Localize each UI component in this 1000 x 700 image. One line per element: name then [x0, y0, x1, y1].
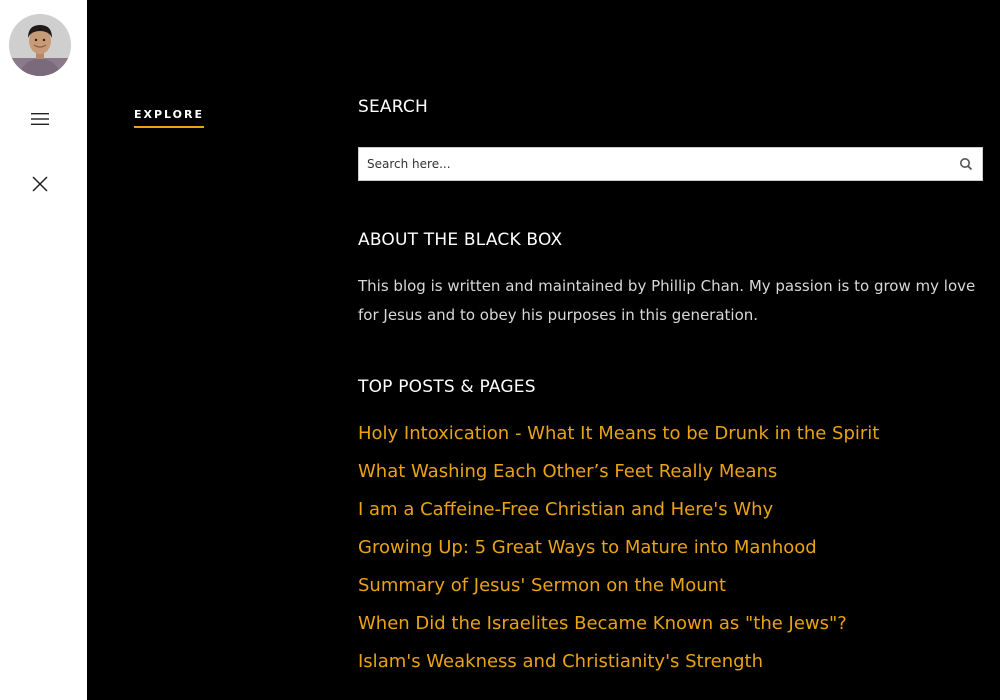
menu-icon — [31, 113, 49, 125]
about-heading: ABOUT THE BLACK BOX — [358, 230, 563, 250]
search-icon[interactable] — [959, 157, 973, 171]
search-input[interactable] — [359, 148, 939, 180]
list-item: Growing Up: 5 Great Ways to Mature into … — [358, 534, 879, 572]
main-panel: EXPLORE SEARCH ABOUT THE BLACK BOX This … — [87, 0, 1000, 700]
top-posts-heading: TOP POSTS & PAGES — [358, 377, 536, 397]
search-box — [358, 147, 983, 181]
post-link[interactable]: I am a Caffeine-Free Christian and Here'… — [358, 499, 773, 520]
explore-tab[interactable]: EXPLORE — [134, 108, 205, 128]
close-button[interactable] — [26, 170, 54, 198]
post-link[interactable]: What Washing Each Other’s Feet Really Me… — [358, 461, 777, 482]
post-link[interactable]: Growing Up: 5 Great Ways to Mature into … — [358, 537, 817, 558]
close-icon — [32, 176, 48, 192]
list-item: When Did the Israelites Became Known as … — [358, 610, 879, 648]
list-item: Islam's Weakness and Christianity's Stre… — [358, 648, 879, 686]
post-link[interactable]: Islam's Weakness and Christianity's Stre… — [358, 651, 763, 672]
menu-button[interactable] — [26, 105, 54, 133]
post-link[interactable]: When Did the Israelites Became Known as … — [358, 613, 847, 634]
avatar[interactable] — [9, 14, 71, 76]
post-link[interactable]: Summary of Jesus' Sermon on the Mount — [358, 575, 726, 596]
list-item: I am a Caffeine-Free Christian and Here'… — [358, 496, 879, 534]
list-item: Holy Intoxication - What It Means to be … — [358, 420, 879, 458]
post-link[interactable]: Holy Intoxication - What It Means to be … — [358, 423, 879, 444]
sidebar — [0, 0, 87, 700]
about-text: This blog is written and maintained by P… — [358, 277, 976, 324]
list-item: What Washing Each Other’s Feet Really Me… — [358, 458, 879, 496]
list-item: Summary of Jesus' Sermon on the Mount — [358, 572, 879, 610]
top-posts-list: Holy Intoxication - What It Means to be … — [358, 420, 879, 686]
avatar-image — [9, 14, 71, 76]
search-heading: SEARCH — [358, 97, 428, 117]
